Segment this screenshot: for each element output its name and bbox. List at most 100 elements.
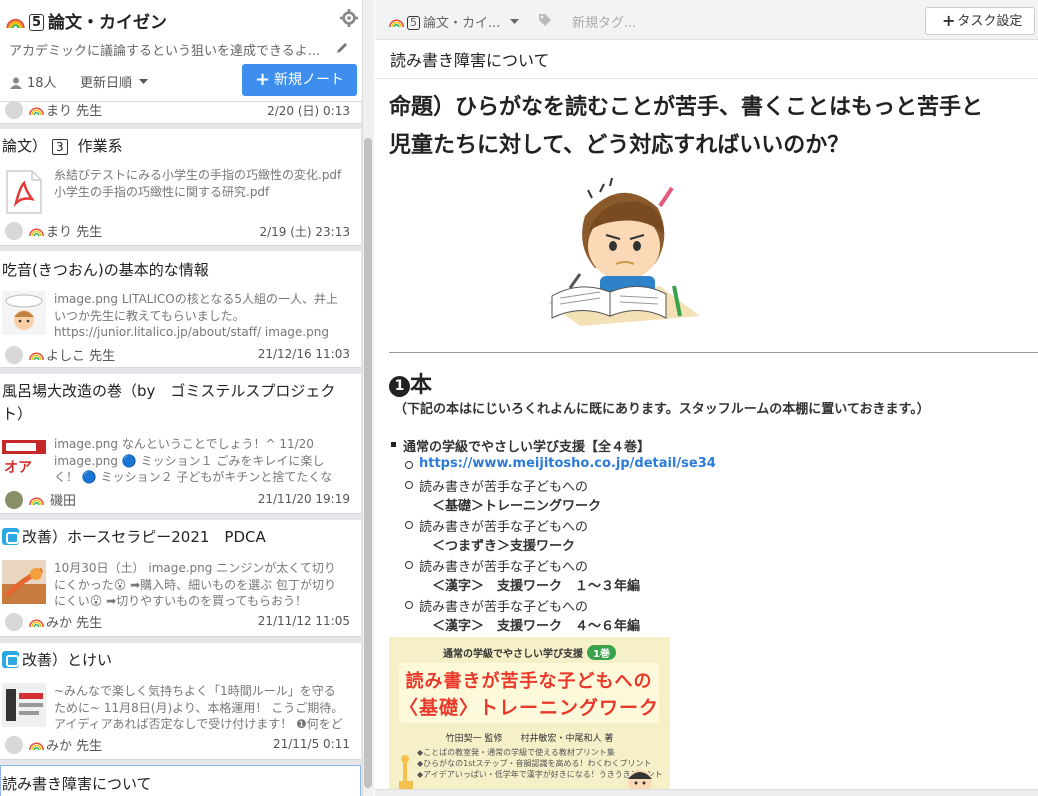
avatar [5, 222, 23, 240]
board-selector-label: 論文・カイ... [423, 16, 501, 31]
avatar [5, 102, 23, 119]
thumbnail-image [2, 291, 46, 335]
cover-title-line: 〈基礎〉トレーニングワーク [399, 697, 660, 719]
note-title-field[interactable]: 読み書き障害について [390, 47, 550, 71]
cover-point: ◆ことばの教室発・通常の学級で使える教材プリント集 [417, 748, 615, 757]
task-settings-button[interactable]: + タスク設定 [925, 7, 1035, 35]
gear-icon[interactable] [340, 9, 358, 27]
note-date: 2/19 (土) 23:13 [259, 225, 350, 239]
member-count[interactable]: 18人 [10, 72, 57, 91]
caret-down-icon [139, 79, 149, 84]
note-author-name: よしこ 先生 [46, 349, 116, 364]
sort-dropdown[interactable]: 更新日順 [80, 72, 149, 91]
repeat-icon [2, 528, 19, 545]
list-item[interactable]: 風呂場大改造の巻（by ゴミステルスプロジェクト） オア image.png な… [0, 374, 361, 514]
attachment-name: 小学生の手指の巧緻性に関する研究.pdf [54, 184, 270, 199]
section-title: 本 [410, 373, 433, 398]
new-note-label: 新規ノート [274, 72, 345, 88]
board-description[interactable]: アカデミックに議論するという狙いを達成できるよ... [9, 40, 327, 59]
rainbow-icon [29, 742, 44, 750]
list-item: https://www.meijitosho.co.jp/detail/se34 [405, 456, 716, 471]
section-note: （下記の本はにじいろくれよんに既にあります。スタッフルームの本棚に置いておきます… [394, 402, 930, 417]
board-title[interactable]: 5 論文・カイゼン [6, 8, 167, 33]
note-author: まり 先生 [5, 102, 102, 119]
thumbnail-image: オア [2, 436, 46, 480]
note-author: 磯田 [5, 490, 76, 509]
note-title: 風呂場大改造の巻（by ゴミステルスプロジェクト） [2, 382, 336, 423]
note-excerpt: 糸結びテストにみる小学生の手指の巧緻性の変化.pdf 小学生の手指の巧緻性に関す… [54, 167, 344, 203]
rainbow-icon [6, 18, 25, 28]
thumbnail-image [2, 683, 46, 727]
cover-title-line: 読み書きが苦手な子どもへの [405, 671, 653, 692]
bottom-bar [375, 789, 1038, 796]
note-excerpt: 10月30日（土） image.png ニンジンが太くて切りにくかった😮 ➡購入… [54, 561, 336, 608]
board-number: 5 [407, 16, 420, 30]
thumbnail-image [2, 560, 46, 604]
cover-series-text: 通常の学級でやさしい学び支援 [443, 649, 584, 660]
board-header: 5 論文・カイゼン アカデミックに議論するという狙いを達成できるよ... 18人 … [0, 0, 362, 102]
book-title: ＜漢字＞ 支援ワーク １～３年編 [432, 579, 641, 594]
rainbow-icon [29, 352, 44, 360]
note-title: 改善）とけい [2, 649, 347, 672]
attachment-name: 糸結びテストにみる小学生の手指の巧緻性の変化.pdf [54, 168, 342, 182]
book-cover-series: 通常の学級でやさしい学び支援 1巻 [389, 645, 670, 660]
book-link[interactable]: https://www.meijitosho.co.jp/detail/se34 [419, 456, 716, 471]
note-excerpt: image.png LITALICOの核となる5人組の一人、井上いつか先生に教え… [54, 292, 339, 339]
book-cover-author: 竹田契一 監修 村井敏宏・中尾和人 著 [445, 734, 614, 744]
note-title: 論文） 3 作業系 [2, 135, 347, 158]
new-note-button[interactable]: + 新規ノート [242, 64, 357, 96]
person-icon [10, 77, 22, 89]
note-date: 2/20 (日) 0:13 [267, 104, 350, 118]
note-author-name: まり 先生 [46, 104, 103, 119]
book-title: ＜漢字＞ 支援ワーク ４～６年編 [432, 619, 641, 634]
divider [375, 78, 1038, 79]
pencil-icon[interactable] [335, 41, 349, 55]
note-toolbar: 5 論文・カイ... 新規タグ... + タスク設定 [375, 0, 1038, 40]
rainbow-icon [389, 19, 404, 27]
svg-text:オア: オア [4, 460, 32, 476]
rainbow-icon [29, 107, 44, 115]
repeat-icon [2, 651, 19, 668]
note-author-name: まり 先生 [46, 225, 103, 240]
note-author: みか 先生 [5, 735, 102, 754]
list-item-selected[interactable]: 読み書き障害について [0, 765, 361, 796]
heading-line: 児童たちに対して、どう対応すればいいのか？ [389, 133, 850, 158]
note-author-name: みか 先生 [46, 616, 103, 631]
board-selector[interactable]: 5 論文・カイ... [389, 12, 519, 31]
list-item[interactable]: 吃音(きつおん)の基本的な情報 image.png LITALICOの核となる5… [0, 251, 361, 368]
avatar [5, 736, 23, 754]
child-studying-illustration [548, 177, 700, 326]
list-item: 読み書きが苦手な子どもへの [404, 596, 588, 615]
avatar [5, 346, 23, 364]
note-author: よしこ 先生 [5, 345, 115, 364]
heading-line: 命題）ひらがなを読むことが苦手、書くことはもっと苦手と [389, 95, 984, 120]
note-title-text: 改善）ホースセラピー2021 PDCA [22, 528, 266, 546]
book-title: ＜基礎＞トレーニングワーク [432, 499, 602, 514]
list-item[interactable]: 改善）とけい ~みんなで楽しく気持ちよく「1時間ルール」を守るために~ 11月8… [0, 643, 361, 760]
note-title: 改善）ホースセラピー2021 PDCA [2, 526, 347, 549]
note-excerpt: ~みんなで楽しく気持ちよく「1時間ルール」を守るために~ 11月8日(月)より、… [54, 684, 344, 731]
scrollbar-thumb[interactable] [364, 138, 372, 788]
list-item[interactable]: まり 先生 2/20 (日) 0:13 [0, 102, 361, 124]
note-title: 読み書き障害について [2, 775, 152, 793]
note-title-text: 作業系 [77, 137, 123, 155]
note-author-name: 磯田 [50, 494, 77, 509]
member-count-text: 18人 [27, 76, 57, 91]
list-item[interactable]: 改善）ホースセラピー2021 PDCA 10月30日（土） image.png … [0, 520, 361, 637]
section-number: 1 [389, 376, 410, 397]
note-excerpt: image.png なんということでしょう！^ 11/20 image.png … [54, 437, 333, 484]
list-item: 読み書きが苦手な子どもへの [404, 516, 588, 535]
new-tag-input[interactable]: 新規タグ... [572, 12, 636, 31]
note-title-number: 3 [52, 139, 68, 155]
note-heading: 命題）ひらがなを読むことが苦手、書くことはもっと苦手と 児童たちに対して、どう対… [389, 89, 1038, 165]
cover-volume-badge: 1巻 [587, 645, 616, 660]
note-date: 21/11/20 19:19 [257, 492, 350, 506]
pdf-icon [4, 169, 44, 215]
rainbow-icon [29, 497, 44, 505]
note-title-text: 改善）とけい [22, 651, 113, 669]
note-date: 21/12/16 11:03 [257, 347, 350, 361]
sort-label: 更新日順 [80, 76, 133, 91]
list-item[interactable]: 論文） 3 作業系 糸結びテストにみる小学生の手指の巧緻性の変化.pdf 小学生の手… [0, 129, 361, 246]
horizontal-rule [389, 352, 1038, 353]
note-author: まり 先生 [5, 221, 102, 240]
